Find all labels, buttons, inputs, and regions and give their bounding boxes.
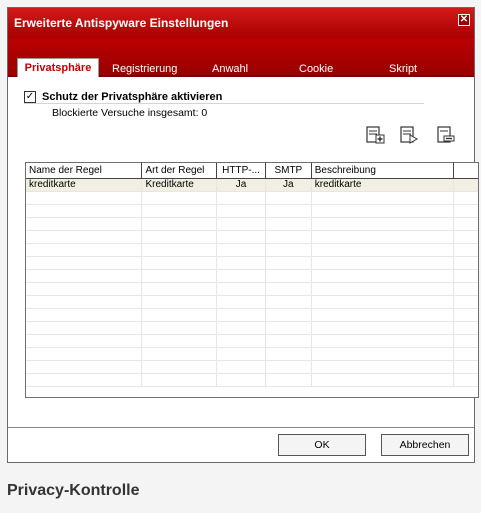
column-header-name[interactable]: Name der Regel bbox=[26, 163, 143, 179]
empty-row bbox=[26, 296, 478, 309]
add-rule-icon[interactable] bbox=[364, 125, 386, 145]
empty-row bbox=[26, 257, 478, 270]
column-header-description[interactable]: Beschreibung bbox=[312, 163, 455, 179]
column-header-http[interactable]: HTTP-... bbox=[217, 163, 266, 179]
empty-row bbox=[26, 244, 478, 257]
privacy-panel: ✓ Schutz der Privatsphäre aktivieren Blo… bbox=[8, 77, 479, 427]
privacy-checkbox-row[interactable]: ✓ Schutz der Privatsphäre aktivieren bbox=[24, 91, 222, 103]
empty-row bbox=[26, 205, 478, 218]
cell-http: Ja bbox=[217, 179, 266, 192]
cell-smtp: Ja bbox=[266, 179, 312, 192]
cancel-button[interactable]: Abbrechen bbox=[381, 434, 469, 456]
blocked-attempts-text: Blockierte Versuche insgesamt: 0 bbox=[52, 107, 208, 119]
dialog-window: Erweiterte Antispyware Einstellungen ✕ P… bbox=[7, 7, 479, 463]
tab-skript[interactable]: Skript bbox=[389, 63, 417, 75]
delete-rule-icon[interactable] bbox=[435, 125, 457, 145]
cell-filler bbox=[454, 179, 478, 192]
cell-rule-type: Kreditkarte bbox=[142, 179, 218, 192]
cell-description: kreditkarte bbox=[312, 179, 455, 192]
table-row[interactable]: kreditkarte Kreditkarte Ja Ja kreditkart… bbox=[26, 179, 478, 192]
empty-row bbox=[26, 348, 478, 361]
privacy-checkbox-label: Schutz der Privatsphäre aktivieren bbox=[42, 91, 223, 103]
page-caption: Privacy-Kontrolle bbox=[7, 482, 140, 499]
column-header-filler bbox=[454, 163, 478, 179]
column-header-smtp[interactable]: SMTP bbox=[266, 163, 312, 179]
tab-bar: Privatsphäre Registrierung Anwahl Cookie… bbox=[8, 38, 474, 77]
ok-button[interactable]: OK bbox=[278, 434, 366, 456]
empty-row bbox=[26, 218, 478, 231]
empty-row bbox=[26, 361, 478, 374]
empty-row bbox=[26, 231, 478, 244]
edit-rule-icon[interactable] bbox=[398, 125, 420, 145]
tab-privatsphaere[interactable]: Privatsphäre bbox=[17, 58, 99, 77]
privacy-checkbox[interactable]: ✓ bbox=[24, 91, 36, 103]
empty-row bbox=[26, 270, 478, 283]
section-separator bbox=[24, 103, 424, 104]
column-header-type[interactable]: Art der Regel bbox=[142, 163, 218, 179]
empty-row bbox=[26, 192, 478, 205]
tab-cookie[interactable]: Cookie bbox=[299, 63, 333, 75]
empty-row bbox=[26, 283, 478, 296]
table-header: Name der Regel Art der Regel HTTP-... SM… bbox=[26, 163, 478, 179]
empty-row bbox=[26, 374, 478, 387]
empty-row bbox=[26, 309, 478, 322]
empty-row bbox=[26, 322, 478, 335]
window-title: Erweiterte Antispyware Einstellungen bbox=[14, 16, 229, 30]
empty-row bbox=[26, 335, 478, 348]
tab-anwahl[interactable]: Anwahl bbox=[212, 63, 248, 75]
cell-rule-name: kreditkarte bbox=[26, 179, 143, 192]
title-bar: Erweiterte Antispyware Einstellungen ✕ bbox=[8, 8, 474, 38]
tab-registrierung[interactable]: Registrierung bbox=[112, 63, 177, 75]
close-icon[interactable]: ✕ bbox=[458, 14, 470, 26]
rules-table: Name der Regel Art der Regel HTTP-... SM… bbox=[25, 162, 479, 398]
footer-separator bbox=[8, 427, 474, 428]
